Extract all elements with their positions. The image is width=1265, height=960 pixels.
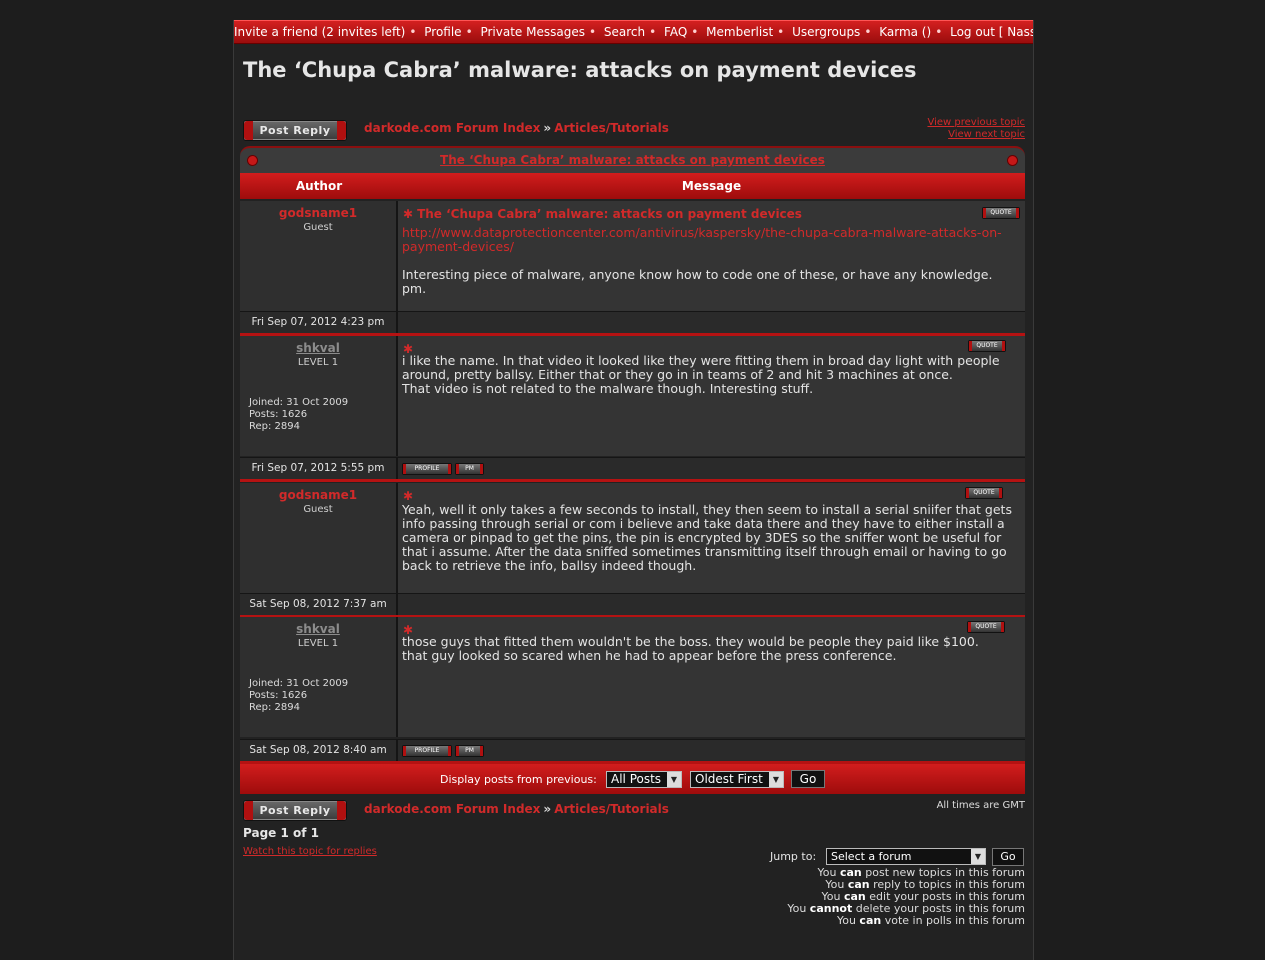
post-message-cell: ✱ QUOTE those guys that fitted them woul… [398, 617, 1025, 737]
author-rank: Guest [303, 222, 333, 233]
pm-button[interactable]: PM [455, 463, 484, 475]
author-stats: Joined: 31 Oct 2009 Posts: 1626 Rep: 2894 [249, 678, 349, 713]
post-footer: Fri Sep 07, 2012 4:23 pm [240, 311, 1025, 336]
breadcrumb-articles[interactable]: Articles/Tutorials [554, 121, 669, 135]
post-date: Sat Sep 08, 2012 8:40 am [240, 740, 398, 761]
post-body: http://www.dataprotectioncenter.com/anti… [402, 225, 1002, 296]
breadcrumb: darkode.com Forum Index» Articles/Tutoria… [364, 121, 669, 135]
chevron-down-icon: ▼ [971, 849, 985, 864]
topic-navigation: View previous topic View next topic [927, 117, 1025, 141]
view-previous-topic-link[interactable]: View previous topic [927, 117, 1025, 129]
author-name[interactable]: shkval [240, 622, 396, 636]
breadcrumb-articles[interactable]: Articles/Tutorials [554, 802, 669, 816]
author-rank: Guest [303, 504, 333, 515]
post-message-cell: ✱ QUOTE Yeah, well it only takes a few s… [398, 483, 1025, 593]
quote-button[interactable]: QUOTE [965, 487, 1003, 499]
display-options-bar: Display posts from previous: All Posts ▼ … [240, 764, 1025, 794]
post-body: those guys that fitted them wouldn't be … [402, 634, 979, 663]
post-subject: ✱ [403, 489, 417, 503]
forum-permissions: You can post new topics in this forum Yo… [787, 867, 1025, 927]
post-icon: ✱ [403, 207, 414, 221]
breadcrumb-forum-index[interactable]: darkode.com Forum Index [364, 121, 540, 135]
post-order-select[interactable]: Oldest First ▼ [690, 771, 784, 788]
post-row: shkval LEVEL 1 Joined: 31 Oct 2009 Posts:… [240, 336, 1025, 456]
top-navigation: Invite a friend (2 invites left) • Profil… [234, 20, 1033, 44]
post-date: Sat Sep 08, 2012 7:37 am [240, 594, 398, 615]
nav-usergroups[interactable]: Usergroups [792, 25, 860, 39]
post-footer: Sat Sep 08, 2012 8:40 am PROFILE PM [240, 739, 1025, 764]
post-row: shkval LEVEL 1 Joined: 31 Oct 2009 Posts:… [240, 617, 1025, 737]
nav-logout[interactable]: Log out [ Nassef ] [950, 25, 1033, 39]
post-reply-button[interactable]: Post Reply [243, 120, 347, 141]
quote-button[interactable]: QUOTE [967, 621, 1005, 633]
topic-caption: The ‘Chupa Cabra’ malware: attacks on pa… [240, 146, 1025, 173]
post-author-cell: shkval LEVEL 1 Joined: 31 Oct 2009 Posts:… [240, 617, 398, 737]
post-reply-button-bottom[interactable]: Post Reply [243, 800, 347, 821]
profile-button[interactable]: PROFILE [402, 745, 452, 757]
post-row: godsname1 Guest ✱ The ‘Chupa Cabra’ malwa… [240, 201, 1025, 311]
post-range-select[interactable]: All Posts ▼ [606, 771, 682, 788]
permission-line: You can vote in polls in this forum [836, 914, 1025, 927]
display-go-button[interactable]: Go [791, 770, 825, 788]
post-footer: Fri Sep 07, 2012 5:55 pm PROFILE PM [240, 457, 1025, 482]
bullet-icon [1008, 156, 1017, 165]
topic-caption-link[interactable]: The ‘Chupa Cabra’ malware: attacks on pa… [240, 148, 1025, 172]
view-next-topic-link[interactable]: View next topic [927, 129, 1025, 141]
post-subject: ✱ The ‘Chupa Cabra’ malware: attacks on p… [403, 207, 802, 221]
display-label: Display posts from previous: [440, 773, 597, 786]
nav-invite[interactable]: Invite a friend (2 invites left) [234, 25, 405, 39]
author-name[interactable]: shkval [240, 341, 396, 355]
post-icon: ✱ [403, 489, 414, 503]
author-stats: Joined: 31 Oct 2009 Posts: 1626 Rep: 2894 [249, 397, 349, 432]
quote-button[interactable]: QUOTE [968, 340, 1006, 352]
post-footer: Sat Sep 08, 2012 7:37 am [240, 593, 1025, 618]
post-body: Yeah, well it only takes a few seconds t… [402, 502, 1012, 573]
chevron-down-icon: ▼ [667, 772, 681, 787]
jump-to-label: Jump to: [770, 850, 817, 863]
post-author-cell: shkval LEVEL 1 Joined: 31 Oct 2009 Posts:… [240, 336, 398, 456]
watch-topic-link[interactable]: Watch this topic for replies [243, 846, 377, 857]
post-body: i like the name. In that video it looked… [402, 353, 1000, 396]
post-author-cell: godsname1 Guest [240, 483, 398, 593]
breadcrumb-bottom: darkode.com Forum Index» Articles/Tutoria… [364, 802, 669, 816]
bullet-icon [248, 156, 257, 165]
nav-profile[interactable]: Profile [424, 25, 461, 39]
page-title: The ‘Chupa Cabra’ malware: attacks on pa… [243, 58, 917, 82]
post-message-cell: ✱ QUOTE i like the name. In that video i… [398, 336, 1025, 456]
nav-memberlist[interactable]: Memberlist [706, 25, 773, 39]
profile-button[interactable]: PROFILE [402, 463, 452, 475]
chevron-down-icon: ▼ [769, 772, 783, 787]
nav-search[interactable]: Search [604, 25, 645, 39]
pagination: Page 1 of 1 [243, 826, 319, 840]
nav-private-messages[interactable]: Private Messages [480, 25, 585, 39]
author-name[interactable]: godsname1 [240, 206, 396, 220]
forum-page: Invite a friend (2 invites left) • Profil… [233, 20, 1034, 960]
message-column-header: Message [681, 179, 742, 193]
author-column-header: Author [295, 179, 343, 193]
author-rank: LEVEL 1 [297, 638, 339, 649]
breadcrumb-forum-index[interactable]: darkode.com Forum Index [364, 802, 540, 816]
quote-button[interactable]: QUOTE [982, 207, 1020, 219]
post-date: Fri Sep 07, 2012 4:23 pm [240, 312, 398, 333]
nav-faq[interactable]: FAQ [664, 25, 687, 39]
post-date: Fri Sep 07, 2012 5:55 pm [240, 458, 398, 479]
author-rank: LEVEL 1 [297, 357, 339, 368]
post-author-cell: godsname1 Guest [240, 201, 398, 311]
pm-button[interactable]: PM [455, 745, 484, 757]
post-row: godsname1 Guest ✱ QUOTE Yeah, well it on… [240, 483, 1025, 593]
nav-karma[interactable]: Karma () [879, 25, 931, 39]
table-header: Author Message [240, 173, 1025, 199]
author-name[interactable]: godsname1 [240, 488, 396, 502]
post-message-cell: ✱ The ‘Chupa Cabra’ malware: attacks on p… [398, 201, 1025, 311]
jump-go-button[interactable]: Go [992, 848, 1024, 866]
jump-to-select[interactable]: Select a forum ▼ [826, 848, 986, 865]
post-link[interactable]: http://www.dataprotectioncenter.com/anti… [402, 225, 1002, 254]
timezone-note: All times are GMT [936, 800, 1025, 811]
